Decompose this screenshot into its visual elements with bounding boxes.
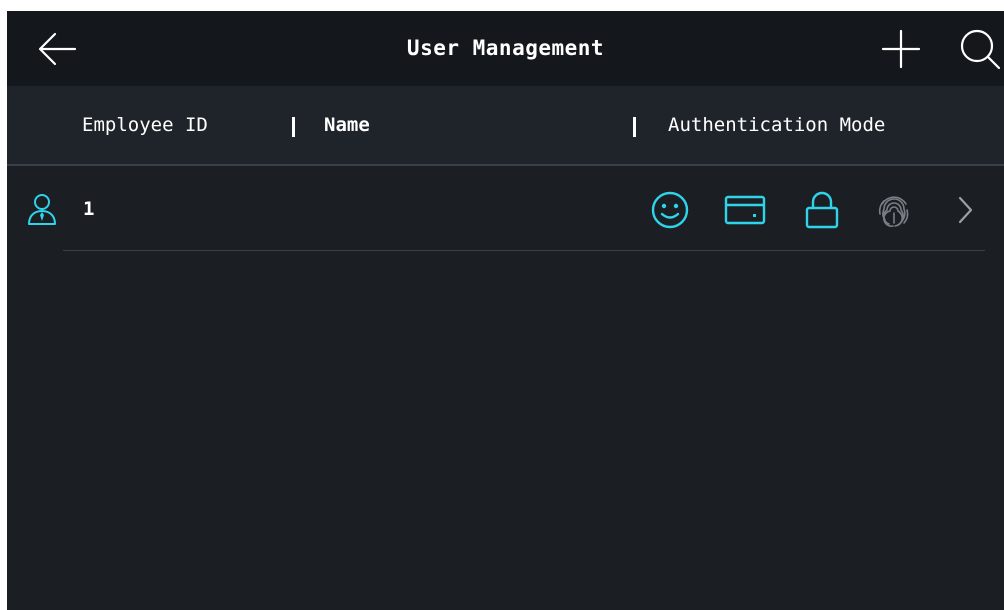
column-header-authentication-mode: Authentication Mode bbox=[668, 114, 886, 136]
column-divider bbox=[633, 117, 636, 137]
add-user-button[interactable] bbox=[879, 27, 923, 71]
search-icon[interactable] bbox=[955, 25, 1004, 71]
column-header-name: Name bbox=[324, 114, 370, 136]
table-row[interactable]: 1 bbox=[7, 166, 1004, 252]
user-avatar-icon bbox=[28, 194, 56, 225]
column-divider bbox=[292, 117, 295, 137]
column-header-employee-id: Employee ID bbox=[82, 114, 208, 136]
card-icon bbox=[724, 195, 766, 225]
user-management-screen: User Management Employee ID Name Authent… bbox=[7, 11, 1004, 610]
row-divider bbox=[63, 250, 985, 251]
employee-id-value: 1 bbox=[83, 198, 95, 220]
fingerprint-icon bbox=[878, 196, 909, 227]
chevron-right-icon[interactable] bbox=[955, 194, 975, 226]
top-bar: User Management bbox=[7, 11, 1004, 86]
lock-icon bbox=[805, 191, 839, 229]
table-header: Employee ID Name Authentication Mode bbox=[7, 86, 1004, 164]
page-title: User Management bbox=[406, 36, 605, 60]
face-icon bbox=[651, 191, 689, 229]
